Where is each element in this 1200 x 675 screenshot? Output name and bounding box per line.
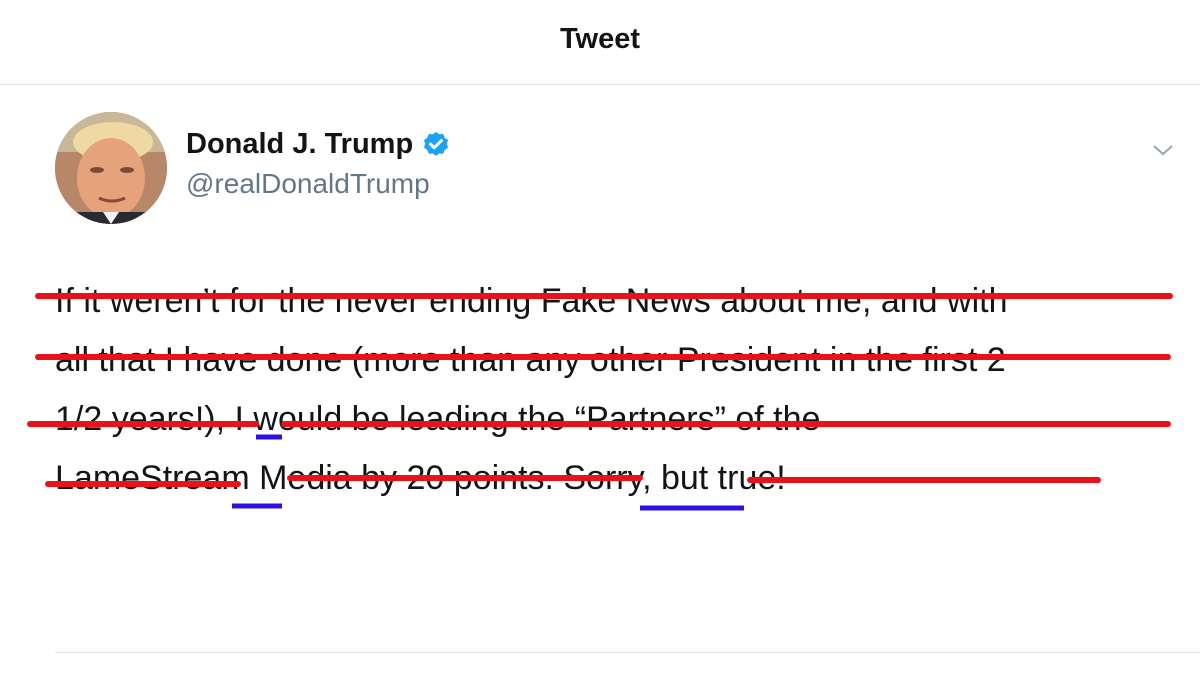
tweet-line: If it weren’t for the never ending Fake … xyxy=(55,282,1008,320)
tweet-body: If it weren’t for the never ending Fake … xyxy=(55,272,1160,508)
tweet-line: all that I have done (more than any othe… xyxy=(55,341,1006,379)
author-name-row[interactable]: Donald J. Trump xyxy=(186,128,451,161)
page-title: Tweet xyxy=(559,22,641,55)
avatar-portrait-icon xyxy=(55,112,167,224)
verified-badge-icon xyxy=(424,131,449,156)
display-name[interactable]: Donald J. Trump xyxy=(186,128,413,161)
chevron-down-icon[interactable] xyxy=(1152,142,1174,158)
tweet-line: LameStream Media by 20 points. Sorry, bu… xyxy=(55,459,786,497)
author-handle[interactable]: @realDonaldTrump xyxy=(186,168,430,200)
divider xyxy=(55,652,1200,653)
top-bar: Tweet xyxy=(0,0,1200,85)
tweet-page: Tweet Donald J. Trump @realDonaldTrump I… xyxy=(0,0,1200,675)
tweet-line: 1/2 years!), I would be leading the “Par… xyxy=(55,400,821,438)
avatar[interactable] xyxy=(55,112,167,224)
